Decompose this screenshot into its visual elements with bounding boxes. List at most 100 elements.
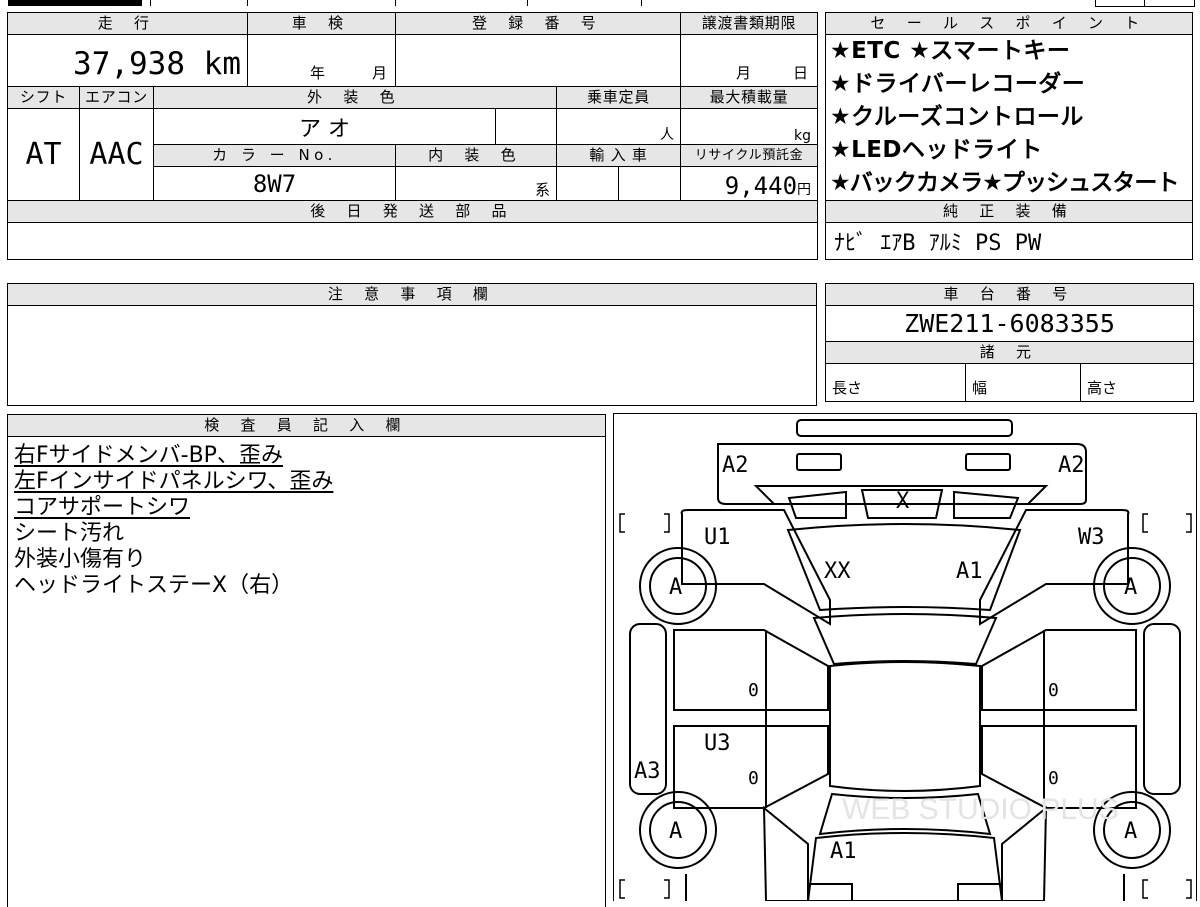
mark-zero-1: 0 <box>748 680 759 701</box>
mark-wheel-fr: A <box>1124 575 1137 600</box>
length-label: 長さ <box>825 363 966 402</box>
recycle-unit: 円 <box>797 182 812 198</box>
inspector-line-1: 右Fサイドメンバ-BP、歪み <box>14 443 283 468</box>
registration-label: 登 録 番 号 <box>395 12 682 35</box>
interior-label: 内 装 色 <box>395 144 558 167</box>
sales-label: セ ー ル ス ポ イ ン ト <box>825 12 1193 35</box>
color-no-value: 8W7 <box>152 166 397 201</box>
top-black-bar <box>8 0 142 6</box>
import-value-a <box>556 166 620 201</box>
interior-value: 系 <box>395 166 558 201</box>
deadline-label: 譲渡書類期限 <box>680 12 819 35</box>
mark-a2-right: A2 <box>1058 453 1085 478</box>
mark-wheel-rr: A <box>1124 819 1137 844</box>
mark-xx: XX <box>824 559 851 584</box>
mark-wheel-fl: A <box>669 575 682 600</box>
inspector-lines: 右Fサイドメンバ-BP、歪み 左Fインサイドパネルシワ、歪み コアサポートシワ … <box>7 436 606 907</box>
rear-quarter-left <box>762 805 809 901</box>
exterior-extra <box>495 108 558 145</box>
car-diagram-svg: WEB STUDIO PLUS A2 A2 X U1 W3 XX A1 A A … <box>619 419 1192 901</box>
chassis-table: 車 台 番 号 ZWE211-6083355 諸 元 長さ 幅 高さ <box>824 283 1195 402</box>
inspector-line-2: 左Fインサイドパネルシワ、歪み <box>14 469 334 494</box>
aircon-value: AAC <box>79 108 154 201</box>
inspector-line-4: シート汚れ <box>14 521 125 546</box>
deadline-day: 日 <box>793 64 809 82</box>
inspector-label: 検 査 員 記 入 欄 <box>7 414 606 437</box>
exterior-label: 外 装 色 <box>152 86 558 109</box>
shift-value: AT <box>7 108 80 201</box>
mark-zero-4: 0 <box>1048 768 1059 789</box>
recycle-amount: 9,440 <box>724 172 798 200</box>
registration-value <box>395 34 682 87</box>
mark-zero-3: 0 <box>748 768 759 789</box>
shift-label: シフト <box>7 86 80 109</box>
inspection-month: 月 <box>372 64 388 82</box>
notes-value <box>7 305 817 406</box>
inspection-value: 年 月 <box>247 34 397 87</box>
mark-zero-2: 0 <box>1048 680 1059 701</box>
mark-u1: U1 <box>704 525 731 550</box>
notes-label: 注 意 事 項 欄 <box>7 283 817 306</box>
side-skirt-right <box>1143 623 1181 795</box>
width-label: 幅 <box>965 363 1081 402</box>
maxload-value: kg <box>680 108 819 145</box>
capacity-value: 人 <box>556 108 682 145</box>
mark-a3: A3 <box>634 759 661 784</box>
mark-a2-left: A2 <box>722 453 749 478</box>
inspector-line-3: コアサポートシワ <box>14 495 191 520</box>
inspector-table: 検 査 員 記 入 欄 右Fサイドメンバ-BP、歪み 左Fインサイドパネルシワ、… <box>7 414 606 907</box>
maxload-label: 最大積載量 <box>680 86 819 109</box>
inspection-year: 年 <box>310 64 326 82</box>
watermark-text: WEB STUDIO PLUS <box>842 793 1119 826</box>
sales-point-2: ★ドライバーレコーダー <box>825 68 1193 101</box>
mark-a1-hood: A1 <box>956 559 983 584</box>
interior-suffix: 系 <box>535 181 551 199</box>
vehicle-info-table: 走 行 車 検 登 録 番 号 譲渡書類期限 37,938 km 年 月 月 日… <box>6 12 819 260</box>
sales-points-table: セ ー ル ス ポ イ ン ト ★ETC ★スマートキー ★ドライバーレコーダー… <box>825 12 1193 260</box>
sales-point-5: ★バックカメラ★プッシュスタート <box>825 167 1193 201</box>
front-door-right <box>981 629 1137 711</box>
capacity-label: 乗車定員 <box>556 86 682 109</box>
mark-x-front: X <box>896 489 910 514</box>
tail-lamp-left <box>807 883 853 901</box>
sales-point-4: ★LEDヘッドライト <box>825 134 1193 167</box>
mileage-value: 37,938 km <box>6 34 249 87</box>
equipment-label: 純 正 装 備 <box>825 200 1193 223</box>
notes-table: 注 意 事 項 欄 <box>7 283 817 406</box>
sales-point-1: ★ETC ★スマートキー <box>825 34 1193 68</box>
mark-wheel-rl: A <box>669 819 682 844</box>
equipment-value: ﾅﾋﾞ ｴｱB ｱﾙﾐ PS PW <box>825 222 1193 260</box>
mark-a1-roof: A1 <box>830 839 857 864</box>
deadline-value: 月 日 <box>680 34 819 87</box>
maxload-unit: kg <box>794 128 812 144</box>
roof <box>829 661 981 792</box>
windshield <box>812 613 998 666</box>
specs-label: 諸 元 <box>824 341 1195 364</box>
chassis-value: ZWE211-6083355 <box>824 305 1195 342</box>
tail-lamp-right <box>957 883 1003 901</box>
sales-point-3: ★クルーズコントロール <box>825 101 1193 134</box>
parts-value <box>6 222 819 260</box>
mark-w3: W3 <box>1078 525 1105 550</box>
inspector-line-6: ヘッドライトステーX（右） <box>14 573 294 598</box>
recycle-value: 9,440円 <box>680 166 819 201</box>
front-bumper-bar <box>796 419 1013 437</box>
rear-door-left <box>673 725 829 809</box>
recycle-label: リサイクル預託金 <box>680 144 819 167</box>
inspection-label: 車 検 <box>247 12 397 35</box>
top-strip <box>0 0 1200 8</box>
color-no-label: カ ラ ー No. <box>152 144 397 167</box>
front-fender-right <box>979 509 1130 626</box>
import-value-b <box>618 166 682 201</box>
mileage-label: 走 行 <box>6 12 249 35</box>
chassis-label: 車 台 番 号 <box>824 283 1195 306</box>
mark-u3: U3 <box>704 731 731 756</box>
height-label: 高さ <box>1079 363 1195 402</box>
import-label: 輸 入 車 <box>556 144 682 167</box>
fog-lamp-right <box>965 453 1011 471</box>
exterior-value: ア オ <box>152 108 497 145</box>
fog-lamp-left <box>796 453 842 471</box>
aircon-label: エアコン <box>79 86 154 109</box>
capacity-unit: 人 <box>660 127 675 143</box>
car-diagram: WEB STUDIO PLUS A2 A2 X U1 W3 XX A1 A A … <box>613 413 1197 901</box>
